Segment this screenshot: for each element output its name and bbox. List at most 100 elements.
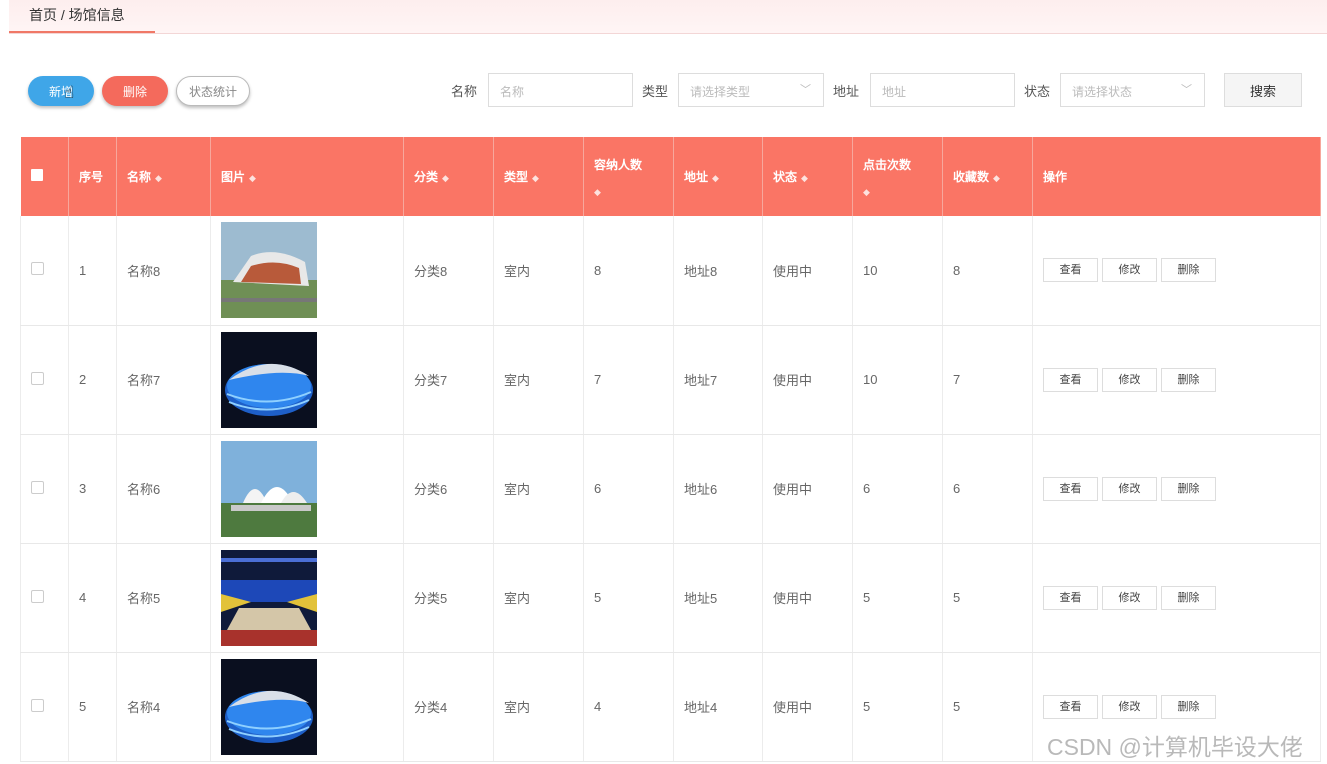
row-actions: 查看 修改 删除 [1032,434,1321,544]
venue-image[interactable] [221,658,317,755]
row-capacity: 7 [583,325,674,435]
sort-icon[interactable]: ◆ [249,173,256,183]
row-name: 名称4 [116,652,211,762]
status-stats-button[interactable]: 状态统计 [176,76,250,106]
row-status: 使用中 [762,543,853,653]
view-button[interactable]: 查看 [1043,476,1098,501]
address-filter-label: 地址 [833,84,860,99]
venue-image[interactable] [221,222,317,319]
row-index: 3 [68,434,117,544]
venue-image[interactable] [221,440,317,537]
name-filter-label: 名称 [451,84,478,99]
address-input[interactable]: 地址 [870,73,1015,107]
select-all-checkbox[interactable] [30,169,43,181]
sort-icon[interactable]: ◆ [532,173,539,183]
delete-button[interactable]: 删除 [102,76,168,106]
column-header-status[interactable]: 状态 ◆ [762,137,853,216]
row-select-cell [20,652,69,762]
row-clicks: 10 [852,216,943,326]
column-header-capacity[interactable]: 容纳人数 ◆ [583,137,674,216]
name-input[interactable]: 名称 [488,73,633,107]
column-header-label: 操作 [1043,170,1068,184]
row-image-cell [210,325,404,435]
row-delete-button[interactable]: 删除 [1161,585,1216,610]
row-clicks: 5 [852,652,943,762]
row-checkbox[interactable] [31,262,44,276]
column-header-label: 序号 [79,170,104,184]
type-select-placeholder: 请选择类型 [690,85,751,99]
row-delete-button[interactable]: 删除 [1161,694,1216,719]
sort-icon[interactable]: ◆ [993,173,1000,183]
row-index: 5 [68,652,117,762]
row-checkbox[interactable] [31,480,44,494]
edit-button[interactable]: 修改 [1102,694,1157,719]
row-category: 分类7 [403,325,494,435]
sort-icon[interactable]: ◆ [863,187,932,198]
status-select-placeholder: 请选择状态 [1072,85,1133,99]
column-header-category[interactable]: 分类 ◆ [403,137,494,216]
row-favorites: 5 [942,543,1033,653]
edit-button[interactable]: 修改 [1102,258,1157,283]
row-image-cell [210,543,404,653]
view-button[interactable]: 查看 [1043,258,1098,283]
table-row: 4 名称5 分类5 室内 5 地址5 使用中 5 5 查看 修改 删除 [20,543,1321,653]
sort-icon[interactable]: ◆ [442,173,449,183]
row-checkbox[interactable] [31,698,44,712]
row-address: 地址6 [673,434,763,544]
row-select-cell [20,325,69,435]
column-header-favorites[interactable]: 收藏数 ◆ [942,137,1033,216]
row-status: 使用中 [762,434,853,544]
top-tab-bar: 首页 / 场馆信息 [9,0,1327,34]
table-row: 3 名称6 分类6 室内 6 地址6 使用中 6 6 查看 修改 删除 [20,434,1321,544]
sort-icon[interactable]: ◆ [155,173,162,183]
view-button[interactable]: 查看 [1043,694,1098,719]
status-select[interactable]: 请选择状态 ﹀ [1060,73,1205,107]
edit-button[interactable]: 修改 [1102,476,1157,501]
row-type: 室内 [493,216,584,326]
row-checkbox[interactable] [31,371,44,385]
edit-button[interactable]: 修改 [1102,585,1157,610]
row-delete-button[interactable]: 删除 [1161,367,1216,392]
sort-icon[interactable]: ◆ [801,173,808,183]
row-capacity: 5 [583,543,674,653]
sort-icon[interactable]: ◆ [594,187,663,198]
search-button[interactable]: 搜索 [1224,73,1302,107]
column-header-name[interactable]: 名称 ◆ [116,137,211,216]
column-header-label: 类型 [504,170,529,184]
column-header-address[interactable]: 地址 ◆ [673,137,763,216]
view-button[interactable]: 查看 [1043,367,1098,392]
column-header-image[interactable]: 图片 ◆ [210,137,404,216]
status-filter-label: 状态 [1024,84,1051,99]
edit-button[interactable]: 修改 [1102,367,1157,392]
add-button[interactable]: 新增 [28,76,94,106]
column-header-label: 状态 [773,170,798,184]
row-checkbox[interactable] [31,589,44,603]
venue-image[interactable] [221,331,317,428]
breadcrumb[interactable]: 首页 / 场馆信息 [29,5,125,25]
view-button[interactable]: 查看 [1043,585,1098,610]
venue-table: 序号 名称 ◆ 图片 ◆ 分类 ◆ 类型 ◆ 容纳人数 ◆ 地址 ◆ 状态 ◆ 点击次数 ◆ 收… [20,137,1321,762]
venue-image[interactable] [221,549,317,646]
row-select-cell [20,216,69,326]
column-header-index: 序号 [68,137,117,216]
select-all-header [20,137,69,216]
row-status: 使用中 [762,216,853,326]
row-name: 名称7 [116,325,211,435]
table-row: 2 名称7 分类7 室内 7 地址7 使用中 10 7 查看 修改 删除 [20,325,1321,435]
watermark: CSDN @计算机毕设大佬 [1047,734,1303,760]
row-delete-button[interactable]: 删除 [1161,476,1216,501]
type-select[interactable]: 请选择类型 ﹀ [678,73,824,107]
row-category: 分类6 [403,434,494,544]
row-favorites: 7 [942,325,1033,435]
column-header-type[interactable]: 类型 ◆ [493,137,584,216]
row-image-cell [210,216,404,326]
row-category: 分类5 [403,543,494,653]
row-type: 室内 [493,434,584,544]
row-delete-button[interactable]: 删除 [1161,258,1216,283]
column-header-clicks[interactable]: 点击次数 ◆ [852,137,943,216]
sort-icon[interactable]: ◆ [712,173,719,183]
row-actions: 查看 修改 删除 [1032,216,1321,326]
row-type: 室内 [493,543,584,653]
row-status: 使用中 [762,652,853,762]
row-name: 名称8 [116,216,211,326]
